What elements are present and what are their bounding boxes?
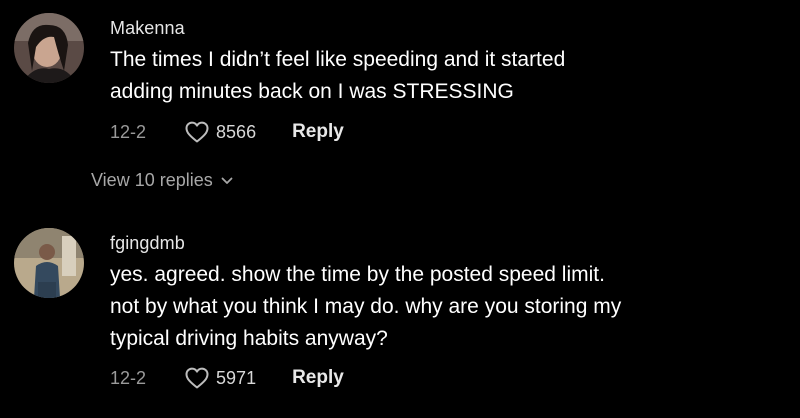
comment-username[interactable]: fgingdmb	[110, 233, 185, 254]
like-count: 8566	[216, 121, 257, 142]
comment-text: The times I didn’t feel like speeding an…	[110, 44, 770, 108]
like-button[interactable]: 5971	[184, 366, 256, 390]
comment-text-line: adding minutes back on I was STRESSING	[110, 80, 514, 103]
comment-meta: 12-2 5971 Reply	[110, 365, 344, 391]
comment-username[interactable]: Makenna	[110, 18, 185, 39]
chevron-down-icon	[221, 177, 233, 184]
view-replies-label: View 10 replies	[91, 170, 213, 190]
comment-text-line: yes. agreed. show the time by the posted…	[110, 263, 605, 286]
view-replies-button[interactable]: View 10 replies	[91, 170, 233, 191]
heart-outline-icon[interactable]	[184, 366, 210, 390]
like-button[interactable]: 8566	[184, 120, 256, 144]
comment-text: yes. agreed. show the time by the posted…	[110, 259, 770, 355]
reply-button[interactable]: Reply	[292, 367, 344, 389]
avatar[interactable]	[14, 228, 84, 298]
comment-meta: 12-2 8566 Reply	[110, 119, 344, 145]
comment-date: 12-2	[110, 121, 147, 142]
like-count: 5971	[216, 367, 257, 388]
comment-text-line: typical driving habits anyway?	[110, 327, 388, 350]
comment-item: fgingdmb yes. agreed. show the time by t…	[0, 210, 800, 418]
reply-button[interactable]: Reply	[292, 121, 344, 143]
comment-text-line: not by what you think I may do. why are …	[110, 295, 622, 318]
heart-outline-icon[interactable]	[184, 120, 210, 144]
comment-text-line: The times I didn’t feel like speeding an…	[110, 48, 566, 71]
comment-item: Makenna The times I didn’t feel like spe…	[0, 0, 800, 170]
comment-date: 12-2	[110, 367, 147, 388]
avatar[interactable]	[14, 13, 84, 83]
